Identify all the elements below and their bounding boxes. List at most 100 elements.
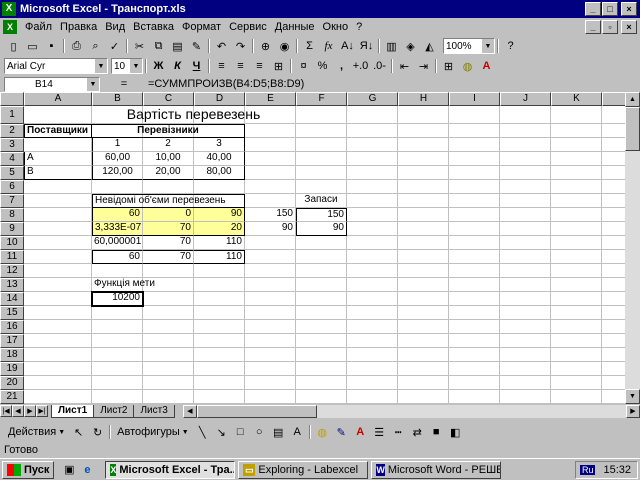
grid-cell[interactable] <box>449 390 500 404</box>
grid-cell[interactable] <box>398 250 449 264</box>
cell-c5[interactable]: 20,00 <box>143 166 194 180</box>
prev-sheet-icon[interactable]: ◀ <box>12 405 24 417</box>
grid-cell[interactable] <box>143 348 194 362</box>
font-name-select[interactable]: Arial Cyr ▼ <box>4 58 108 74</box>
grid-cell[interactable] <box>347 264 398 278</box>
cell-b7[interactable]: Невідомі об'єми перевезень <box>92 194 245 208</box>
grid-cell[interactable] <box>24 334 92 348</box>
grid-cell[interactable] <box>245 264 296 278</box>
grid-cell[interactable] <box>194 306 245 320</box>
grid-cell[interactable] <box>500 348 551 362</box>
grid-cell[interactable] <box>347 320 398 334</box>
grid-cell[interactable] <box>245 278 296 292</box>
font-color-icon[interactable]: A <box>351 423 370 441</box>
grid-cell[interactable] <box>398 376 449 390</box>
grid-cell[interactable] <box>500 138 551 152</box>
menu-window[interactable]: Окно <box>319 21 353 33</box>
comma-style-button[interactable]: , <box>332 57 351 75</box>
grid-cell[interactable] <box>194 362 245 376</box>
task-word[interactable]: W Microsoft Word - РЕШЕНИ... <box>371 460 502 479</box>
grid-cell[interactable] <box>296 306 347 320</box>
grid-cell[interactable] <box>347 334 398 348</box>
row-header-10[interactable]: 10 <box>0 236 24 250</box>
grid-cell[interactable] <box>245 376 296 390</box>
grid-cell[interactable] <box>194 376 245 390</box>
horizontal-scrollbar[interactable]: ◀ ▶ <box>182 404 640 418</box>
select-objects-icon[interactable]: ↖ <box>69 423 88 441</box>
grid-cell[interactable] <box>449 180 500 194</box>
grid-cell[interactable] <box>296 138 347 152</box>
grid-cell[interactable] <box>347 124 398 138</box>
grid-cell[interactable] <box>347 376 398 390</box>
grid-cell[interactable] <box>347 390 398 404</box>
grid-cell[interactable] <box>500 222 551 236</box>
grid-cell[interactable] <box>24 106 92 124</box>
cell-d9[interactable]: 20 <box>194 222 245 236</box>
row-header-15[interactable]: 15 <box>0 306 24 320</box>
grid-cell[interactable] <box>500 264 551 278</box>
select-all-corner[interactable] <box>0 92 24 106</box>
sort-descending-icon[interactable]: Я↓ <box>357 37 376 55</box>
grid-cell[interactable] <box>551 236 602 250</box>
cell-b11[interactable]: 60 <box>92 250 143 264</box>
name-box[interactable]: B14 ▼ <box>4 76 100 92</box>
paste-function-button[interactable]: fx <box>319 37 338 55</box>
dash-style-icon[interactable]: ┅ <box>389 423 408 441</box>
grid-cell[interactable] <box>143 264 194 278</box>
grid-cell[interactable] <box>551 390 602 404</box>
grid-cell[interactable] <box>398 348 449 362</box>
start-button[interactable]: Пуск <box>2 460 55 479</box>
grid-cell[interactable] <box>500 124 551 138</box>
map-icon[interactable]: ◈ <box>401 37 420 55</box>
new-icon[interactable]: ▯ <box>4 37 23 55</box>
grid-cell[interactable] <box>551 138 602 152</box>
grid-cell[interactable] <box>194 264 245 278</box>
redo-icon[interactable]: ↷ <box>231 37 250 55</box>
grid-cell[interactable] <box>551 376 602 390</box>
cell-e8[interactable]: 150 <box>245 208 296 222</box>
grid-cell[interactable] <box>143 390 194 404</box>
cut-icon[interactable]: ✂ <box>130 37 149 55</box>
cell-d8[interactable]: 90 <box>194 208 245 222</box>
grid-cell[interactable] <box>449 278 500 292</box>
cell-b3[interactable]: 1 <box>92 138 143 152</box>
grid-cell[interactable] <box>551 222 602 236</box>
grid-cell[interactable] <box>398 278 449 292</box>
grid-cell[interactable] <box>194 348 245 362</box>
grid-cell[interactable] <box>92 376 143 390</box>
grid-cell[interactable] <box>296 264 347 278</box>
grid-cell[interactable] <box>449 264 500 278</box>
oval-icon[interactable]: ○ <box>250 423 269 441</box>
grid-cell[interactable] <box>398 222 449 236</box>
grid-cell[interactable] <box>500 306 551 320</box>
scroll-right-icon[interactable]: ▶ <box>626 404 640 418</box>
menu-format[interactable]: Формат <box>178 21 225 33</box>
cell-f8[interactable]: 150 <box>296 208 347 222</box>
grid-cell[interactable] <box>296 152 347 166</box>
grid-cell[interactable] <box>398 106 449 124</box>
wordart-icon[interactable]: A <box>288 423 307 441</box>
arrow-icon[interactable]: ↘ <box>212 423 231 441</box>
cell-c3[interactable]: 2 <box>143 138 194 152</box>
grid-cell[interactable] <box>296 166 347 180</box>
task-excel[interactable]: X Microsoft Excel - Тра... <box>105 460 236 479</box>
chevron-down-icon[interactable]: ▼ <box>94 59 107 73</box>
grid-cell[interactable] <box>92 306 143 320</box>
row-header-4[interactable]: 4 <box>0 152 24 166</box>
grid-cell[interactable] <box>194 180 245 194</box>
grid-cell[interactable] <box>92 390 143 404</box>
grid-cell[interactable] <box>551 152 602 166</box>
grid-cell[interactable] <box>551 194 602 208</box>
grid-cell[interactable] <box>347 194 398 208</box>
grid-cell[interactable] <box>24 362 92 376</box>
row-header-13[interactable]: 13 <box>0 278 24 292</box>
zoom-select[interactable]: 100% ▼ <box>443 38 495 54</box>
grid-cell[interactable] <box>500 320 551 334</box>
grid-cell[interactable] <box>24 180 92 194</box>
grid-cell[interactable] <box>245 250 296 264</box>
italic-button[interactable]: К <box>168 57 187 75</box>
grid-cell[interactable] <box>500 362 551 376</box>
grid-cell[interactable] <box>398 208 449 222</box>
grid-cell[interactable] <box>245 334 296 348</box>
grid-cell[interactable] <box>500 376 551 390</box>
